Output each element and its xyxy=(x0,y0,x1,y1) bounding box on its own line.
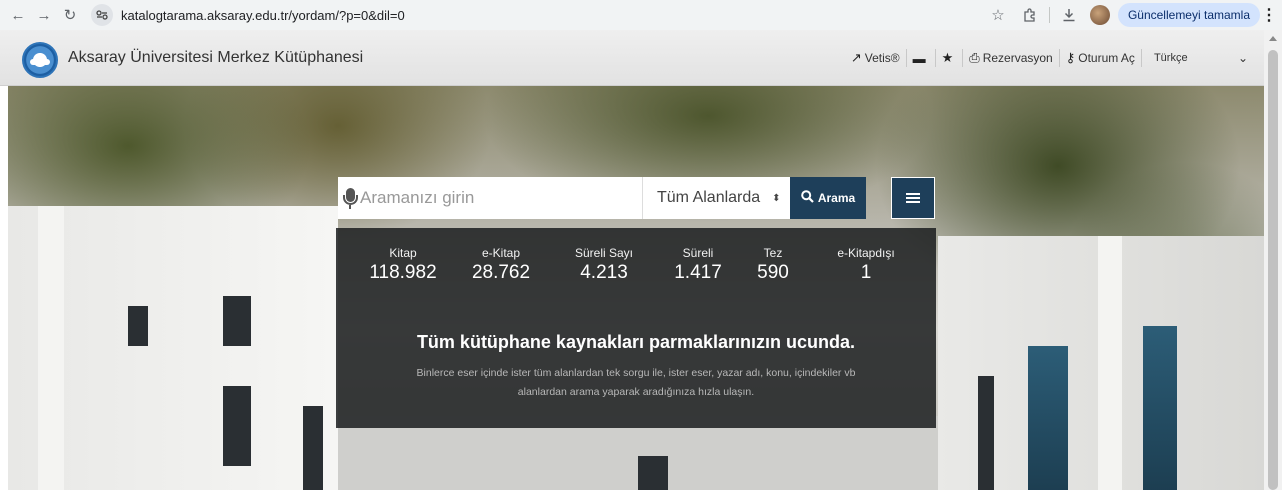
hero-description-line: alanlardan arama yaparak aradığınıza hız… xyxy=(517,386,755,398)
stat-value: 4.213 xyxy=(580,262,628,283)
reservation-link[interactable]: ⎙ Rezervasyon xyxy=(962,49,1058,67)
external-link-icon: ↗ xyxy=(850,50,862,65)
vetis-label: Vetis® xyxy=(864,51,900,65)
stat-label: Kitap xyxy=(389,246,417,260)
search-input[interactable] xyxy=(360,188,630,208)
address-bar[interactable]: katalogtarama.aksaray.edu.tr/yordam/?p=0… xyxy=(91,3,405,27)
language-select[interactable]: Türkçe ⌄ xyxy=(1140,49,1254,67)
stat-label: e-Kitap xyxy=(481,246,521,260)
stat-item: Tez 590 xyxy=(748,246,798,284)
select-arrows-icon: ⬍ xyxy=(772,192,781,204)
vetis-link[interactable]: ↗ Vetis® xyxy=(845,49,906,67)
reservation-icon: ⎙ xyxy=(969,50,980,65)
search-scope-select[interactable]: Tüm Alanlarda ⬍ xyxy=(642,177,790,219)
stat-item: e-Kitap 28.762 xyxy=(466,246,536,284)
profile-avatar[interactable] xyxy=(1089,5,1110,25)
reservation-label: Rezervasyon xyxy=(982,51,1053,65)
search-icon xyxy=(801,190,814,206)
more-menu-icon[interactable]: ⋮ xyxy=(1260,3,1278,27)
update-button[interactable]: Güncellemeyi tamamla xyxy=(1117,3,1260,27)
stat-value: 118.982 xyxy=(369,262,437,283)
stat-label: Süreli xyxy=(682,246,714,260)
search-button-label: Arama xyxy=(817,191,856,205)
building-left xyxy=(8,206,338,490)
site-title[interactable]: Aksaray Üniversitesi Merkez Kütüphanesi xyxy=(68,49,363,67)
favorites-button[interactable]: ★ xyxy=(934,49,963,67)
search-button[interactable]: Arama xyxy=(790,177,866,219)
archive-icon: ▬ xyxy=(912,50,926,66)
language-label: Türkçe xyxy=(1153,52,1188,64)
hero-tagline: Tüm kütüphane kaynakları parmaklarınızın… xyxy=(416,332,856,352)
chevron-down-icon: ⌄ xyxy=(1237,51,1248,65)
page-scrollbar[interactable] xyxy=(1264,30,1282,490)
microphone-icon[interactable] xyxy=(342,187,358,209)
stat-item: e-Kitapdışı 1 xyxy=(826,246,906,284)
reload-icon[interactable]: ↻ xyxy=(57,2,83,28)
login-label: Oturum Aç xyxy=(1078,51,1135,65)
key-icon: ⚷ xyxy=(1065,50,1076,65)
university-logo[interactable] xyxy=(22,42,58,78)
shelf-button[interactable]: ▬ xyxy=(905,49,935,67)
building-right xyxy=(938,236,1264,490)
stat-item: Kitap 118.982 xyxy=(368,246,438,284)
site-header: Aksaray Üniversitesi Merkez Kütüphanesi … xyxy=(0,30,1264,86)
url-text: katalogtarama.aksaray.edu.tr/yordam/?p=0… xyxy=(121,7,405,23)
stat-item: Süreli Sayı 4.213 xyxy=(564,246,644,284)
download-icon[interactable] xyxy=(1056,3,1082,27)
toolbar-divider xyxy=(1048,7,1050,23)
browser-toolbar: ← → ↻ katalogtarama.aksaray.edu.tr/yorda… xyxy=(0,0,1282,30)
bookmark-star-icon[interactable]: ☆ xyxy=(985,3,1011,27)
header-nav: ↗ Vetis® ▬ ★ ⎙ Rezervasyon ⚷ Oturum Aç T… xyxy=(845,49,1254,67)
scroll-up-icon[interactable] xyxy=(1269,36,1277,41)
search-box xyxy=(338,177,642,219)
advanced-search-button[interactable] xyxy=(891,177,935,219)
forward-icon[interactable]: → xyxy=(31,2,57,28)
stat-value: 1.417 xyxy=(674,262,722,283)
scrollbar-thumb[interactable] xyxy=(1268,50,1278,490)
stat-label: Süreli Sayı xyxy=(574,246,634,260)
stat-item: Süreli 1.417 xyxy=(668,246,728,284)
login-link[interactable]: ⚷ Oturum Aç xyxy=(1058,49,1141,67)
site-info-icon[interactable] xyxy=(91,4,113,26)
stats-panel: Kitap 118.982 e-Kitap 28.762 Süreli Sayı… xyxy=(336,228,936,428)
stat-value: 1 xyxy=(860,262,872,283)
back-icon[interactable]: ← xyxy=(5,2,31,28)
stat-value: 590 xyxy=(757,262,789,283)
stat-label: e-Kitapdışı xyxy=(837,246,895,260)
hero-description: Binlerce eser içinde ister tüm alanlarda… xyxy=(366,364,906,402)
extensions-icon[interactable] xyxy=(1017,3,1043,27)
list-icon xyxy=(906,193,920,203)
search-scope-value: Tüm Alanlarda xyxy=(657,189,761,206)
stat-value: 28.762 xyxy=(471,262,531,283)
stat-label: Tez xyxy=(763,246,783,260)
hero-description-line: Binlerce eser içinde ister tüm alanlarda… xyxy=(416,367,856,379)
star-icon: ★ xyxy=(941,50,954,65)
